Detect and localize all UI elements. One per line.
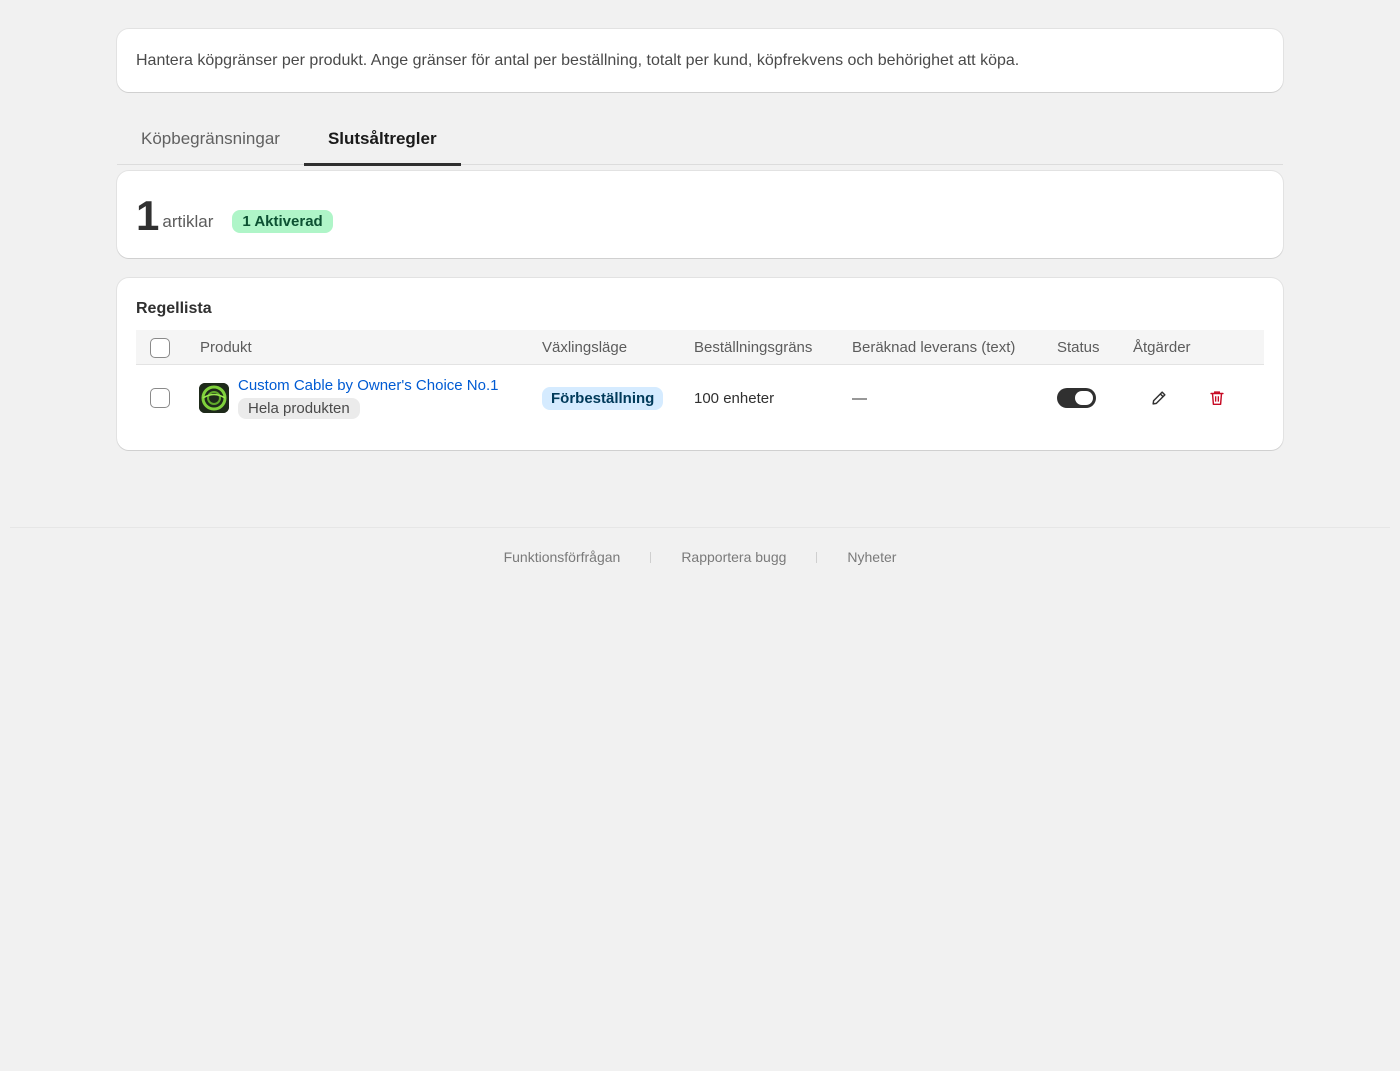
- pencil-icon: [1152, 391, 1166, 405]
- summary-card: 1 artiklar 1 Aktiverad: [117, 171, 1283, 258]
- status-cell: [1057, 366, 1096, 430]
- product-image-icon: [199, 383, 229, 413]
- row-checkbox[interactable]: [150, 388, 170, 408]
- mode-cell: Förbeställning: [542, 366, 664, 430]
- row-select-cell: [150, 366, 170, 430]
- column-header-actions: Åtgärder: [1133, 339, 1191, 356]
- column-header-delivery: Beräknad leverans (text): [852, 339, 1016, 356]
- page: Hantera köpgränser per produkt. Ange grä…: [0, 0, 1400, 1071]
- intro-card: Hantera köpgränser per produkt. Ange grä…: [117, 29, 1283, 92]
- trash-icon: [1210, 391, 1224, 406]
- footer-separator: [816, 551, 818, 563]
- tab-sold-out-rules[interactable]: Slutsåltregler: [303, 112, 461, 166]
- item-count-label: artiklar: [162, 211, 214, 231]
- select-all-checkbox[interactable]: [150, 337, 170, 358]
- delivery-cell: —: [852, 389, 867, 407]
- feature-request-link[interactable]: Funktionsförfrågan: [504, 549, 621, 565]
- product-scope-chip: Hela produkten: [238, 398, 360, 419]
- rules-title: Regellista: [136, 300, 212, 317]
- product-info: Custom Cable by Owner's Choice No.1 Hela…: [238, 377, 498, 419]
- edit-cell: [1147, 366, 1171, 430]
- intro-text: Hantera köpgränser per produkt. Ange grä…: [136, 51, 1020, 69]
- column-header-product: Produkt: [200, 339, 252, 356]
- news-link[interactable]: Nyheter: [847, 549, 896, 565]
- footer-divider: [10, 527, 1390, 528]
- footer-separator: [650, 551, 652, 563]
- active-badge: 1 Aktiverad: [232, 210, 333, 233]
- product-link[interactable]: Custom Cable by Owner's Choice No.1: [238, 377, 498, 394]
- delete-cell: [1205, 366, 1229, 430]
- table-row: Custom Cable by Owner's Choice No.1 Hela…: [136, 366, 1264, 430]
- column-header-limit: Beställningsgräns: [694, 339, 813, 356]
- product-cell: Custom Cable by Owner's Choice No.1 Hela…: [199, 366, 498, 430]
- edit-button[interactable]: [1147, 386, 1171, 410]
- column-header-status: Status: [1057, 339, 1100, 356]
- limit-cell: 100 enheter: [694, 389, 775, 407]
- table-header: Produkt Växlingsläge Beställningsgräns B…: [136, 330, 1264, 365]
- tab-bar: Köpbegränsningar Slutsåltregler: [117, 112, 1283, 166]
- footer: Funktionsförfrågan Rapportera bugg Nyhet…: [0, 546, 1400, 568]
- header-select-cell: [150, 330, 170, 365]
- item-count: 1: [136, 191, 160, 239]
- report-bug-link[interactable]: Rapportera bugg: [681, 549, 786, 565]
- delete-button[interactable]: [1205, 386, 1229, 410]
- rules-card: Regellista Produkt Växlingsläge Beställn…: [117, 278, 1283, 450]
- mode-badge: Förbeställning: [542, 386, 664, 410]
- product-thumbnail: [199, 383, 229, 413]
- column-header-mode: Växlingsläge: [542, 339, 628, 356]
- status-toggle[interactable]: [1057, 388, 1096, 408]
- tab-purchase-limits[interactable]: Köpbegränsningar: [117, 112, 304, 165]
